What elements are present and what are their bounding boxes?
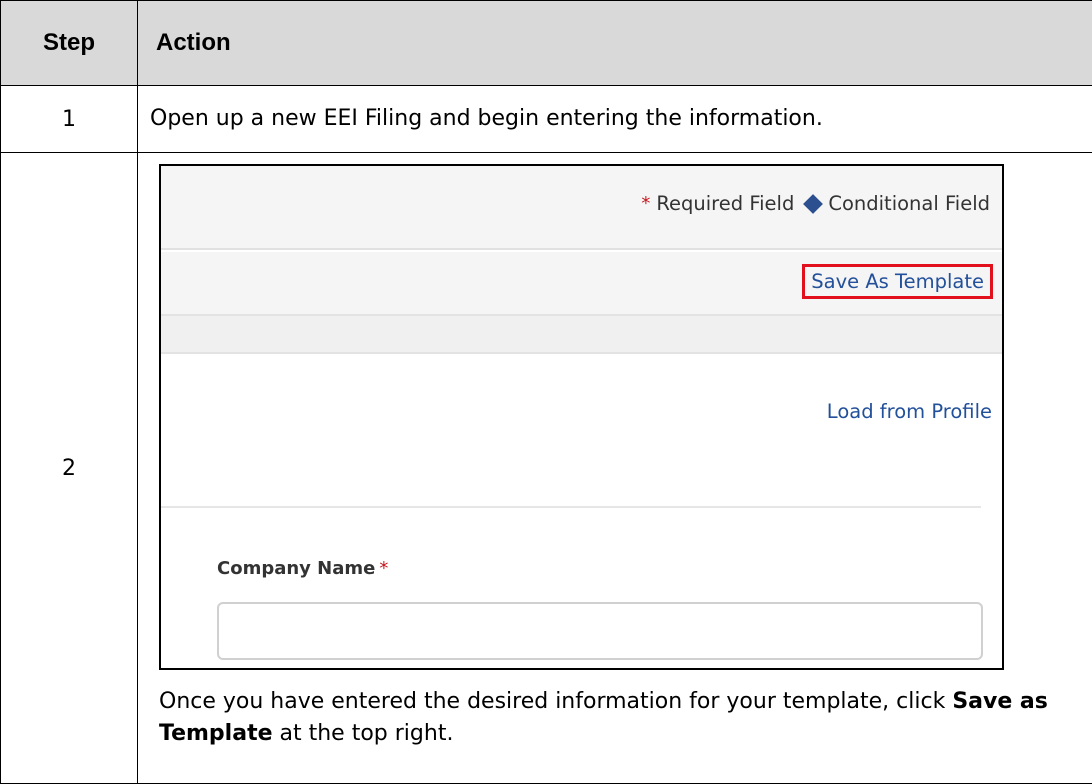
instruction-text: Once you have entered the desired inform… bbox=[159, 686, 1089, 750]
table-row: 1 Open up a new EEI Filing and begin ent… bbox=[1, 86, 1092, 153]
company-name-input[interactable] bbox=[217, 602, 983, 660]
load-from-profile-link[interactable]: Load from Profile bbox=[827, 400, 992, 423]
save-as-template-link[interactable]: Save As Template bbox=[802, 264, 993, 299]
instruction-pre: Once you have entered the desired inform… bbox=[159, 689, 952, 714]
company-name-label: Company Name* bbox=[217, 558, 388, 579]
required-star-icon: * bbox=[641, 193, 650, 214]
divider bbox=[161, 506, 981, 508]
required-star-icon: * bbox=[379, 558, 388, 579]
action-header: Action bbox=[138, 1, 1092, 86]
company-name-text: Company Name bbox=[217, 558, 375, 579]
instruction-post: at the top right. bbox=[273, 721, 454, 746]
embedded-screenshot: * Required Field Conditional Field Save … bbox=[159, 164, 1004, 670]
diamond-icon bbox=[803, 194, 823, 214]
header-row: Step Action bbox=[1, 1, 1092, 86]
action-text: Open up a new EEI Filing and begin enter… bbox=[138, 86, 1092, 153]
required-field-label: Required Field bbox=[656, 192, 794, 215]
field-legend: * Required Field Conditional Field bbox=[641, 192, 990, 215]
step-header: Step bbox=[1, 1, 138, 86]
action-cell: * Required Field Conditional Field Save … bbox=[138, 153, 1092, 784]
procedure-table: Step Action 1 Open up a new EEI Filing a… bbox=[0, 0, 1092, 784]
step-number: 2 bbox=[1, 153, 138, 784]
conditional-field-label: Conditional Field bbox=[828, 192, 990, 215]
step-number: 1 bbox=[1, 86, 138, 153]
table-row: 2 * Required Field Conditional Field Sav… bbox=[1, 153, 1092, 784]
separator-band bbox=[161, 314, 1002, 354]
